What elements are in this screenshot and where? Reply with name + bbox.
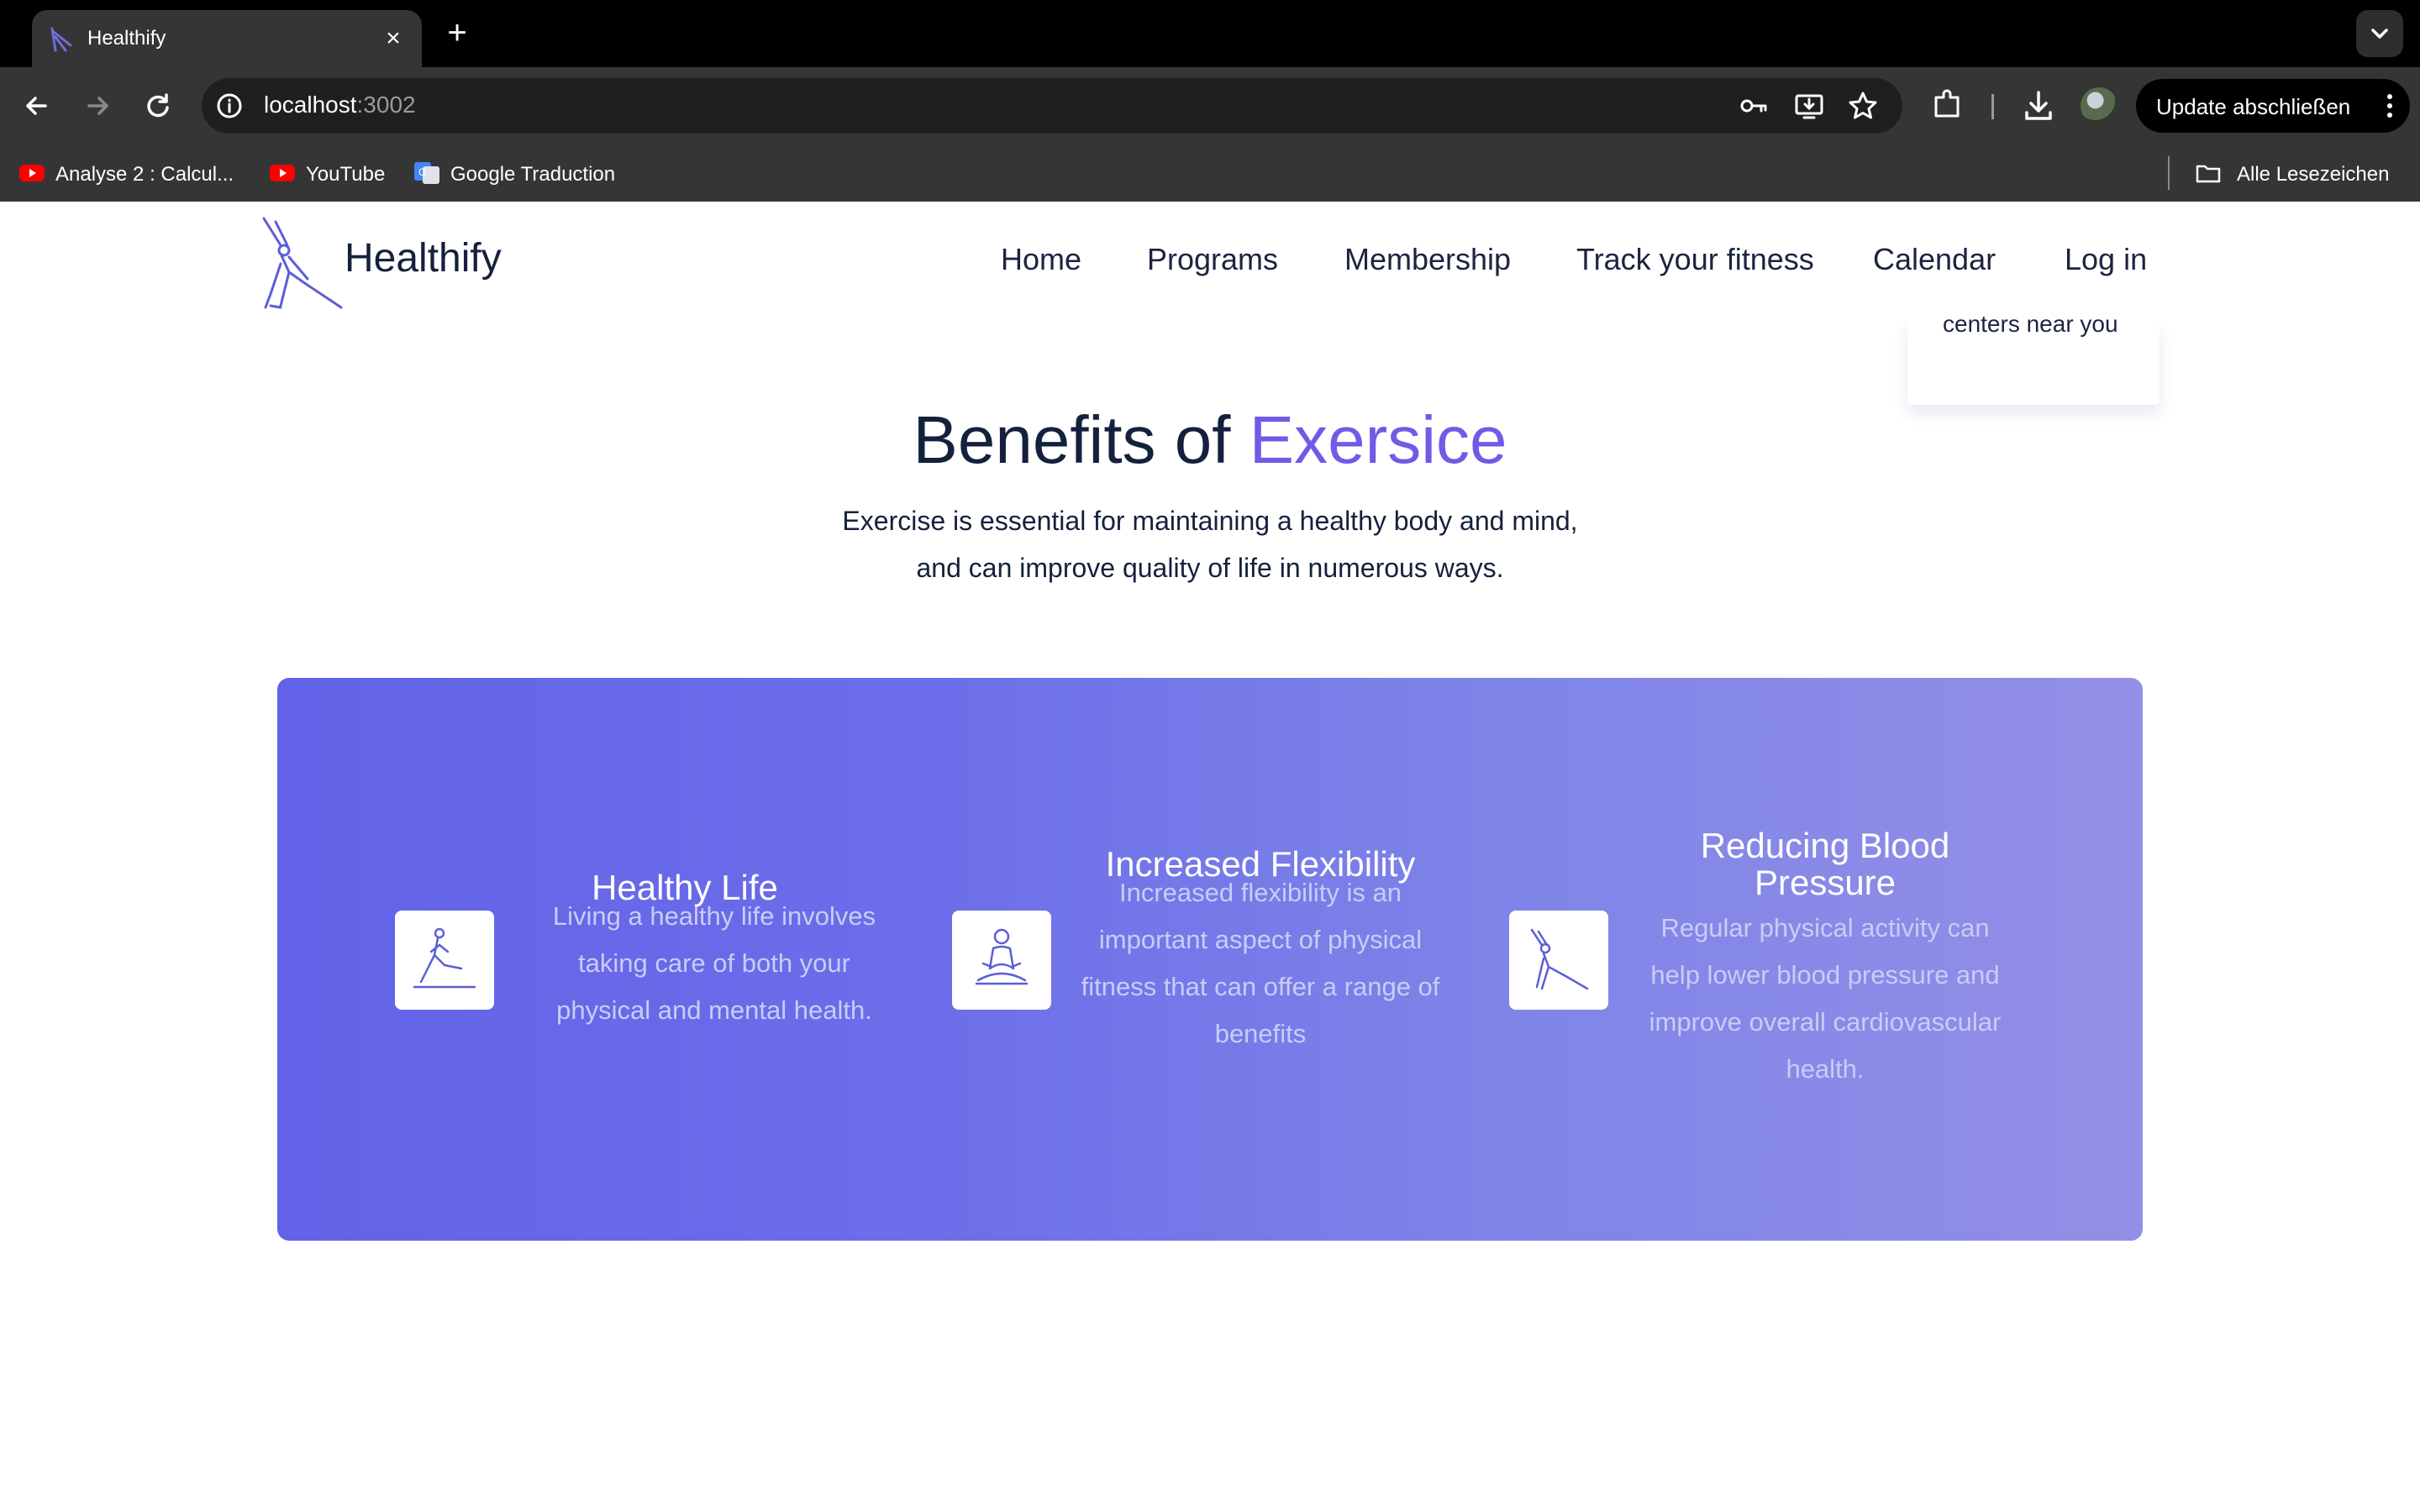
bookmark-star-icon[interactable] bbox=[1847, 90, 1879, 122]
downloads-icon[interactable] bbox=[2020, 87, 2057, 124]
nav-programs[interactable]: Programs bbox=[1147, 242, 1278, 277]
more-menu-icon bbox=[2387, 94, 2392, 118]
benefit-title: Reducing Blood Pressure bbox=[1700, 826, 1950, 902]
bookmarks-bar: Analyse 2 : Calcul... YouTube G Google T… bbox=[0, 144, 2420, 202]
new-tab-button[interactable]: + bbox=[439, 15, 476, 52]
bookmark-item[interactable]: G Google Traduction bbox=[413, 160, 632, 188]
update-button[interactable]: Update abschließen bbox=[2136, 79, 2410, 133]
healthify-favicon-icon bbox=[50, 27, 72, 52]
profile-avatar[interactable] bbox=[2081, 87, 2118, 124]
forward-arrow-icon[interactable] bbox=[77, 86, 118, 126]
browser-tab-bar: Healthify × + bbox=[0, 0, 2420, 67]
tab-title: Healthify bbox=[87, 27, 166, 50]
google-translate-icon: G bbox=[414, 162, 439, 184]
benefit-text: Living a healthy life involves taking ca… bbox=[552, 901, 876, 1025]
youtube-icon bbox=[270, 165, 295, 181]
address-bar[interactable]: localhost:3002 bbox=[202, 78, 1902, 134]
browser-tab[interactable]: Healthify × bbox=[32, 10, 422, 67]
bookmark-item[interactable]: YouTube bbox=[269, 160, 395, 188]
site-info-icon[interactable] bbox=[215, 92, 244, 120]
web-page: Healthify Home Programs Membership Track… bbox=[0, 202, 2420, 1512]
tab-search-button[interactable] bbox=[2356, 10, 2403, 57]
youtube-icon bbox=[19, 165, 45, 181]
bookmarks-divider bbox=[2168, 156, 2170, 190]
update-button-label: Update abschließen bbox=[2156, 94, 2351, 119]
tab-close-icon[interactable]: × bbox=[376, 22, 410, 55]
install-app-icon[interactable] bbox=[1793, 90, 1825, 122]
benefits-title: Benefits of Exersice bbox=[913, 402, 1507, 477]
benefit-text: Regular physical activity can help lower… bbox=[1649, 913, 2002, 1084]
password-key-icon[interactable] bbox=[1738, 90, 1770, 122]
benefit-icon-box bbox=[1509, 911, 1608, 1010]
all-bookmarks-button[interactable]: Alle Lesezeichen bbox=[2195, 160, 2405, 188]
brand-name[interactable]: Healthify bbox=[345, 235, 502, 281]
benefit-text: Increased flexibility is an important as… bbox=[1081, 878, 1440, 1048]
nav-membership[interactable]: Membership bbox=[1344, 242, 1511, 277]
lunge-exercise-icon bbox=[413, 927, 476, 989]
benefits-panel: Healthy Life Living a healthy life invol… bbox=[277, 678, 2143, 1241]
healthify-logo-icon[interactable] bbox=[255, 213, 353, 311]
nav-login[interactable]: Log in bbox=[2065, 242, 2147, 277]
browser-toolbar: localhost:3002 Update abschließen bbox=[0, 67, 2420, 144]
bookmark-item[interactable]: Analyse 2 : Calcul... bbox=[18, 160, 245, 188]
folder-icon bbox=[2196, 165, 2221, 183]
url-text: localhost:3002 bbox=[264, 92, 416, 118]
svg-text:G: G bbox=[418, 166, 426, 178]
extensions-puzzle-icon[interactable] bbox=[1929, 87, 1966, 124]
reload-icon[interactable] bbox=[138, 86, 178, 126]
nav-calendar[interactable]: Calendar bbox=[1873, 242, 1996, 277]
side-stretch-icon bbox=[1530, 928, 1589, 990]
toolbar-divider bbox=[1991, 94, 1994, 119]
benefit-icon-box bbox=[952, 911, 1051, 1010]
nav-home[interactable]: Home bbox=[1001, 242, 1081, 277]
chevron-down-icon bbox=[2371, 29, 2388, 39]
back-arrow-icon[interactable] bbox=[17, 86, 57, 126]
benefits-subtitle: Exercise is essential for maintaining a … bbox=[842, 506, 1578, 583]
nav-track-fitness[interactable]: Track your fitness bbox=[1576, 242, 1814, 277]
benefits-title-accent: Exersice bbox=[1249, 402, 1507, 477]
dropdown-card-text: centers near you bbox=[1943, 311, 2118, 337]
meditation-icon bbox=[975, 928, 1028, 985]
benefit-icon-box bbox=[395, 911, 494, 1010]
